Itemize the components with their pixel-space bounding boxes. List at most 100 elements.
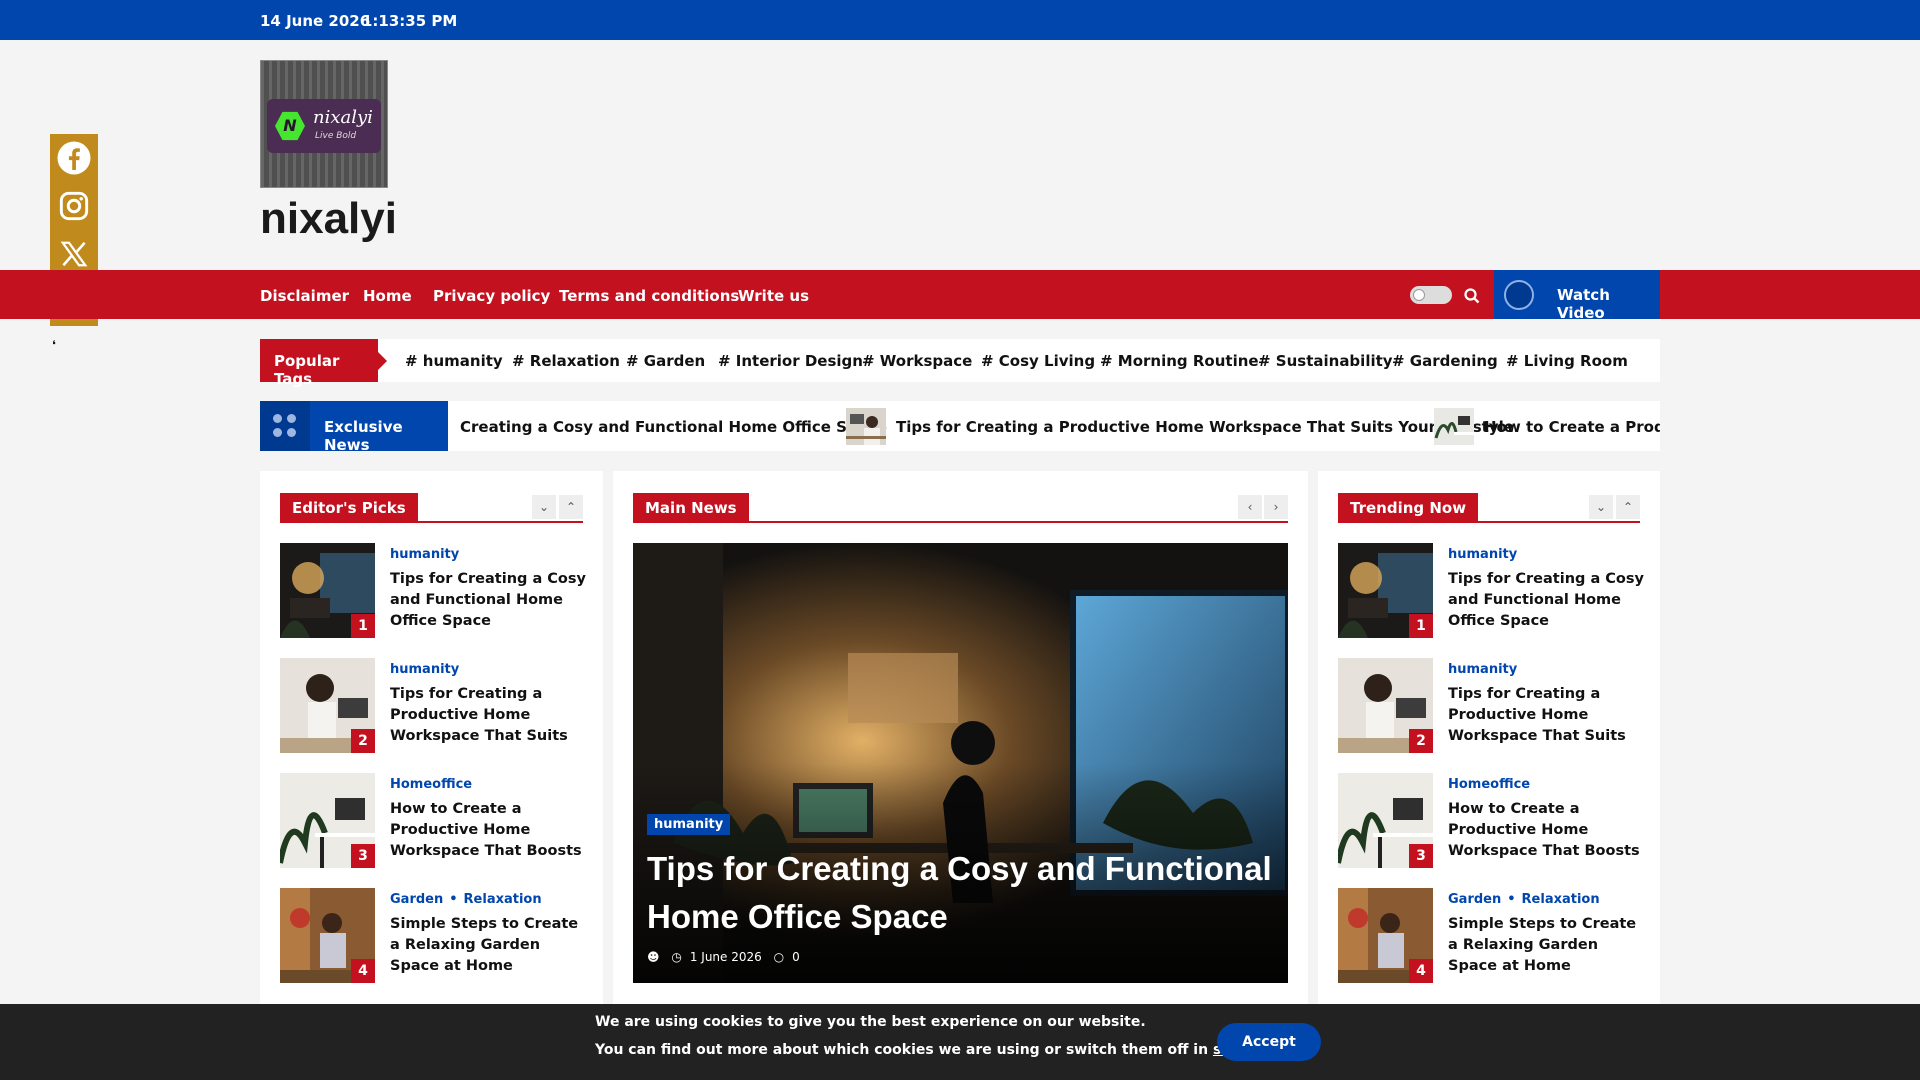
dark-mode-toggle[interactable] [1410,286,1452,304]
instagram-icon[interactable] [50,182,98,230]
chevron-up-icon[interactable]: ⌃ [559,495,583,519]
category-link[interactable]: humanity [390,547,459,562]
category-link[interactable]: Garden [390,892,443,907]
rank-number: 3 [351,844,375,868]
editors-picks-title: Editor's Picks [280,493,418,521]
play-icon [1504,280,1534,310]
site-logo[interactable]: N nixalyi Live Bold [260,60,388,188]
trending-now-title: Trending Now [1338,493,1479,521]
ticker-item[interactable]: How to Create a Product [1484,418,1660,436]
featured-article[interactable]: humanity Tips for Creating a Cosy and Fu… [633,543,1288,983]
category-link[interactable]: humanity [390,662,459,677]
rank-number: 2 [1409,729,1433,753]
logo-tagline: Live Bold [315,131,357,141]
category-badge[interactable]: humanity [647,814,731,835]
chevron-down-icon[interactable]: ⌄ [532,495,556,519]
article-title[interactable]: Tips for Creating a Cosy and Functional … [390,569,586,632]
tag-link[interactable]: # Cosy Living [981,352,1095,370]
nav-item-home[interactable]: Home [363,287,412,305]
list-item[interactable]: 4 Garden • Relaxation Simple Steps to Crea… [280,888,600,984]
chevron-right-icon[interactable]: › [1264,495,1288,519]
category-separator: • [449,892,458,907]
top-bar: 14 June 2026 1:13:35 PM [0,0,1920,40]
article-title[interactable]: Tips for Creating a Cosy and Functional … [1448,569,1644,632]
tag-link[interactable]: # Morning Routine [1100,352,1259,370]
cookie-banner: We are using cookies to give you the bes… [0,1004,1920,1080]
article-title[interactable]: Tips for Creating a Productive Home Work… [390,684,586,747]
chevron-up-icon[interactable]: ⌃ [1616,495,1640,519]
chevron-left-icon[interactable]: ‹ [1238,495,1262,519]
list-item[interactable]: 3 Homeoffice How to Create a Productive … [280,773,600,869]
list-item[interactable]: 2 humanity Tips for Creating a Productiv… [280,658,600,754]
rank-number: 1 [1409,614,1433,638]
category-link[interactable]: Relaxation [464,892,542,907]
nav-item-write-us[interactable]: Write us [738,287,809,305]
publish-date: 1 June 2026 [689,950,762,964]
nav-item-disclaimer[interactable]: Disclaimer [260,287,349,305]
ticker-thumbnail[interactable] [846,408,886,445]
featured-headline[interactable]: Tips for Creating a Cosy and Functional … [647,845,1277,941]
tag-link[interactable]: # Gardening [1392,352,1498,370]
current-date: 14 June 2026 [260,12,371,30]
list-item[interactable]: 2 humanity Tips for Creating a Productiv… [1338,658,1658,754]
search-icon[interactable] [1462,286,1482,306]
rank-number: 1 [351,614,375,638]
ticker-item[interactable]: Creating a Cosy and Functional Home Offi… [460,418,887,436]
category-link[interactable]: Homeoffice [390,777,472,792]
tag-link[interactable]: # Relaxation [512,352,620,370]
comment-icon[interactable]: ○ [774,950,784,964]
list-item[interactable]: 1 humanity Tips for Creating a Cosy and … [1338,543,1658,639]
nav-item-privacy-policy[interactable]: Privacy policy [433,287,550,305]
ticker-thumbnail[interactable] [1434,408,1474,445]
tag-link[interactable]: # Interior Design [718,352,863,370]
tag-link[interactable]: # Workspace [862,352,972,370]
cookie-settings-message: You can find out more about which cookie… [595,1042,1283,1058]
watch-video-button[interactable]: Watch Video [1494,270,1660,322]
sun-icon [1413,289,1425,301]
rank-number: 3 [1409,844,1433,868]
watch-video-label: Watch Video [1557,286,1610,322]
list-item[interactable]: 3 Homeoffice How to Create a Productive … [1338,773,1658,869]
article-title[interactable]: Simple Steps to Create a Relaxing Garden… [390,914,586,977]
category-link[interactable]: Homeoffice [1448,777,1530,792]
list-item[interactable]: 4 Garden • Relaxation Simple Steps to Crea… [1338,888,1658,984]
article-title[interactable]: Tips for Creating a Productive Home Work… [1448,684,1644,747]
hide-share-bar-icon[interactable]: ❛ [52,338,56,352]
exclusive-news-label: Exclusive News [310,401,448,451]
site-title[interactable]: nixalyi [260,194,397,244]
logo-name: nixalyi [313,107,373,128]
category-link[interactable]: Relaxation [1522,892,1600,907]
article-title[interactable]: How to Create a Productive Home Workspac… [390,799,586,862]
rank-number: 4 [351,959,375,983]
logo-hexagon-icon: N [275,111,305,141]
category-link[interactable]: Garden [1448,892,1501,907]
main-news-header: Main News ‹ › [633,493,1288,523]
tag-link[interactable]: # Garden [626,352,705,370]
author-icon[interactable]: ☻ [647,950,660,964]
comment-count[interactable]: 0 [792,950,800,964]
main-news-title: Main News [633,493,749,521]
ticker-item[interactable]: Tips for Creating a Productive Home Work… [896,418,1514,436]
cookie-settings-text: You can find out more about which cookie… [595,1042,1213,1058]
cookie-message: We are using cookies to give you the bes… [595,1014,1146,1030]
tag-link[interactable]: # Living Room [1506,352,1628,370]
trending-now-header: Trending Now ⌄ ⌃ [1338,493,1640,523]
category-link[interactable]: humanity [1448,662,1517,677]
clock-icon: ◷ [671,950,682,964]
list-item[interactable]: 1 humanity Tips for Creating a Cosy and … [280,543,600,639]
popular-tags-bar: Popular Tags # humanity # Relaxation # G… [260,339,1660,388]
accept-cookies-button[interactable]: Accept [1217,1023,1321,1061]
tag-link[interactable]: # humanity [405,352,503,370]
rank-number: 4 [1409,959,1433,983]
popular-tags-label: Popular Tags [260,339,387,388]
nav-item-terms[interactable]: Terms and conditions [559,287,739,305]
rank-number: 2 [351,729,375,753]
editors-picks-header: Editor's Picks ⌄ ⌃ [280,493,583,523]
facebook-icon[interactable] [50,134,98,182]
exclusive-news-ticker: Exclusive News Creating a Cosy and Funct… [260,401,1660,451]
article-title[interactable]: Simple Steps to Create a Relaxing Garden… [1448,914,1644,977]
category-link[interactable]: humanity [1448,547,1517,562]
tag-link[interactable]: # Sustainability [1258,352,1393,370]
chevron-down-icon[interactable]: ⌄ [1589,495,1613,519]
article-title[interactable]: How to Create a Productive Home Workspac… [1448,799,1644,862]
